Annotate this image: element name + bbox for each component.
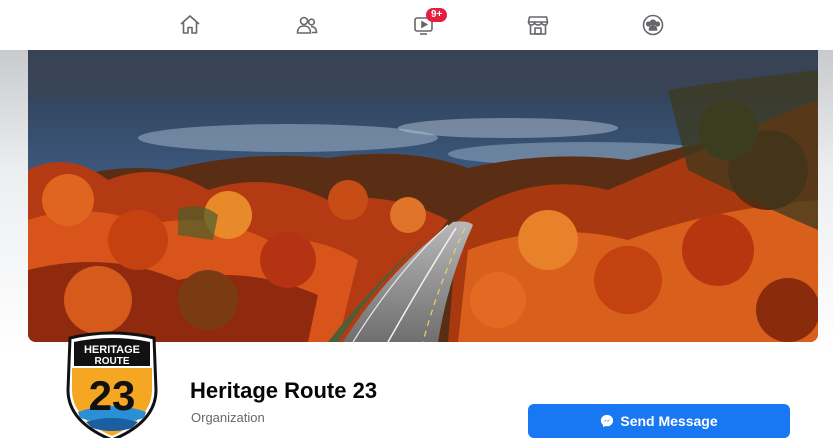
nav-home[interactable] xyxy=(170,6,210,44)
page-category: Organization xyxy=(191,410,265,425)
logo-line1: HERITAGE xyxy=(84,344,140,356)
heritage-route-shield-logo: HERITAGE ROUTE 23 xyxy=(66,331,158,438)
friends-icon xyxy=(296,16,318,34)
marketplace-icon xyxy=(527,16,549,35)
messenger-icon xyxy=(601,414,614,428)
nav-marketplace[interactable] xyxy=(518,6,558,44)
page-logo[interactable]: HERITAGE ROUTE 23 xyxy=(56,330,168,438)
send-message-label: Send Message xyxy=(620,413,718,429)
nav-watch[interactable]: 9+ xyxy=(404,6,448,44)
logo-line2: ROUTE xyxy=(95,356,130,367)
nav-friends[interactable] xyxy=(287,6,327,44)
page-title: Heritage Route 23 xyxy=(190,378,378,403)
groups-icon xyxy=(642,14,664,36)
cover-photo-image xyxy=(28,50,818,342)
cover-photo[interactable] xyxy=(28,50,818,342)
send-message-button[interactable]: Send Message xyxy=(528,404,790,438)
top-navigation-bar: 9+ xyxy=(0,0,833,50)
nav-groups[interactable] xyxy=(633,6,673,44)
watch-notification-badge: 9+ xyxy=(426,8,448,22)
logo-number: 23 xyxy=(89,372,136,419)
home-icon xyxy=(180,15,200,34)
